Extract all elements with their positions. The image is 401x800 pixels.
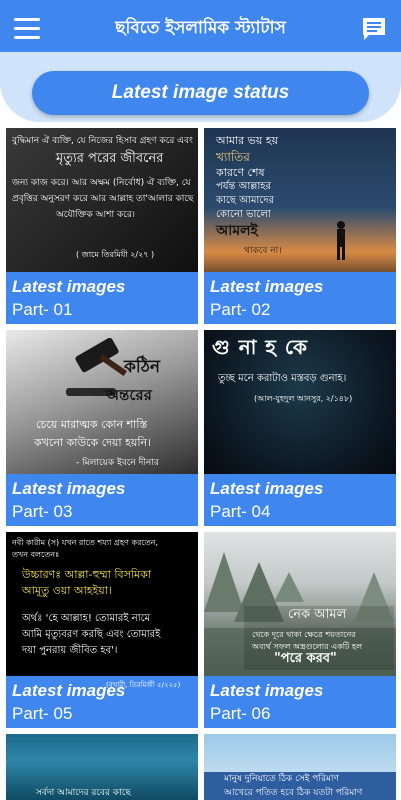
card-thumbnail: নবী কারীম (স) যখন রাতে শয্যা গ্রহণ করতেন…	[6, 532, 198, 678]
card-title: Latest images	[12, 479, 126, 498]
card-title: Latest images	[12, 681, 126, 700]
image-card-part-07[interactable]: সর্বদা আমাদের রবের কাছে	[6, 734, 198, 800]
image-card-part-05[interactable]: নবী কারীম (স) যখন রাতে শয্যা গ্রহণ করতেন…	[6, 532, 198, 728]
image-card-part-08[interactable]: মানুষ দুনিয়াতে ঠিক সেই পরিমাণ আখেরে পতি…	[204, 734, 396, 800]
image-card-part-06[interactable]: নেক আমল থেকে দূরে থাকা ক্ষেত্রে শয়তানের…	[204, 532, 396, 728]
app-title: ছবিতে ইসলামিক স্ট্যাটাস	[115, 18, 286, 38]
card-part: Part- 03	[12, 502, 73, 521]
thumbnail-text: কারণে শেষ	[216, 166, 265, 179]
menu-icon[interactable]	[14, 18, 40, 40]
section-title: Latest image status	[32, 71, 369, 115]
thumbnail-text: চেয়ে মারাত্মক কোন শাস্তি	[36, 418, 148, 431]
thumbnail-text: আখেরে পতিত হবে ঠিক যতটা পরিমাণ	[224, 788, 363, 798]
card-caption: Latest images Part- 03	[6, 474, 198, 526]
thumbnail-text: কখনো কাউকে দেয়া হয়নি।	[34, 436, 151, 449]
card-thumbnail: নেক আমল থেকে দূরে থাকা ক্ষেত্রে শয়তানের…	[204, 532, 396, 678]
thumbnail-text: বুদ্ধিমান ঐ ব্যক্তি, যে নিজের হিসাব গ্রহ…	[12, 136, 193, 146]
thumbnail-text: অযৌক্তিক আশা করে।	[56, 210, 136, 220]
card-title: Latest images	[12, 277, 126, 296]
thumbnail-text: থাকবে না।	[244, 246, 282, 256]
card-thumbnail: কঠিন অন্তরের চেয়ে মারাত্মক কোন শাস্তি ক…	[6, 330, 198, 476]
chat-icon[interactable]	[361, 16, 387, 42]
card-part: Part- 04	[210, 502, 271, 521]
card-thumbnail: আমার ভয় হয় খ্যাতির কারণে শেষ পর্যন্ত আ…	[204, 128, 396, 274]
card-thumbnail: সর্বদা আমাদের রবের কাছে	[6, 734, 198, 800]
silhouette-icon	[337, 221, 345, 260]
thumbnail-text: আমি মৃত্যুবরণ করছি এবং তোমারই	[22, 629, 161, 640]
thumbnail-text: কঠিন	[124, 357, 160, 377]
thumbnail-text: জন্য কাজ করে। আর অক্ষম (নির্বোধ) ঐ ব্যক্…	[12, 178, 191, 188]
card-title: Latest images	[210, 681, 324, 700]
thumbnail-text: - মিলায়েক ইবনে দীনার	[76, 458, 159, 468]
thumbnail-text: ( জামে তিরমিযী ২/২৭ )	[76, 250, 155, 259]
thumbnail-text: মৃত্যুর পরের জীবনের	[56, 151, 164, 166]
thumbnail-text: উচ্চারণঃ আল্লা-হুম্মা বিসমিকা	[22, 568, 152, 581]
thumbnail-text: "পরে করব"	[274, 651, 337, 666]
card-part: Part- 05	[12, 704, 73, 723]
image-card-part-03[interactable]: কঠিন অন্তরের চেয়ে মারাত্মক কোন শাস্তি ক…	[6, 330, 198, 526]
card-part: Part- 02	[210, 300, 271, 319]
thumbnail-text: সর্বদা আমাদের রবের কাছে	[36, 788, 131, 798]
thumbnail-text: (আল-যুহদুল আনসুর, ২/১৪৮)	[254, 394, 353, 403]
image-card-part-01[interactable]: বুদ্ধিমান ঐ ব্যক্তি, যে নিজের হিসাব গ্রহ…	[6, 128, 198, 324]
thumbnail-text: তখন বলতেনঃ	[12, 550, 60, 559]
card-thumbnail: বুদ্ধিমান ঐ ব্যক্তি, যে নিজের হিসাব গ্রহ…	[6, 128, 198, 274]
app-bar: ছবিতে ইসলামিক স্ট্যাটাস	[0, 0, 401, 60]
card-caption: (বুখারী, তিরমিজী ৫/২২৫) Latest images Pa…	[6, 676, 198, 728]
thumbnail-text: অন্তরের	[106, 386, 152, 404]
card-thumbnail: মানুষ দুনিয়াতে ঠিক সেই পরিমাণ আখেরে পতি…	[204, 734, 396, 800]
card-thumbnail: গু না হ কে তুচ্ছ মনে করাটাও মস্তবড় গুনা…	[204, 330, 396, 476]
card-part: Part- 06	[210, 704, 271, 723]
image-card-part-02[interactable]: আমার ভয় হয় খ্যাতির কারণে শেষ পর্যন্ত আ…	[204, 128, 396, 324]
card-part: Part- 01	[12, 300, 73, 319]
card-caption: Latest images Part- 06	[204, 676, 396, 728]
thumbnail-text: গু না হ কে	[212, 335, 308, 359]
thumbnail-text: মানুষ দুনিয়াতে ঠিক সেই পরিমাণ	[224, 774, 339, 784]
card-title: Latest images	[210, 479, 324, 498]
image-card-part-04[interactable]: গু না হ কে তুচ্ছ মনে করাটাও মস্তবড় গুনা…	[204, 330, 396, 526]
thumbnail-text: আমূতু ওয়া আহইয়া।	[22, 584, 112, 597]
thumbnail-text: আমার ভয় হয়	[216, 134, 279, 147]
thumbnail-text: দয়া পুনরায় জীবিত হব'।	[22, 645, 118, 656]
thumbnail-text: নেক আমল	[288, 607, 347, 622]
card-caption: Latest images Part- 01	[6, 272, 198, 324]
card-title: Latest images	[210, 277, 324, 296]
thumbnail-text: কোনো ভালো	[216, 209, 271, 220]
thumbnail-text: খ্যাতির	[216, 150, 250, 164]
card-caption: Latest images Part- 02	[204, 272, 396, 324]
thumbnail-text: কাছে আমাদের	[216, 195, 275, 206]
thumbnail-text: প্রবৃত্তির অনুসরণ করে আর আল্লাহ তা'আলার …	[12, 194, 194, 204]
thumbnail-text: অর্থঃ 'হে আল্লাহ! তোমারই নামে	[22, 613, 151, 624]
thumbnail-text: আমলই	[216, 223, 258, 239]
card-caption: Latest images Part- 04	[204, 474, 396, 526]
thumbnail-text: পর্যন্ত আল্লাহর	[216, 181, 272, 192]
thumbnail-text: তুচ্ছ মনে করাটাও মস্তবড় গুনাহ।	[218, 373, 347, 384]
